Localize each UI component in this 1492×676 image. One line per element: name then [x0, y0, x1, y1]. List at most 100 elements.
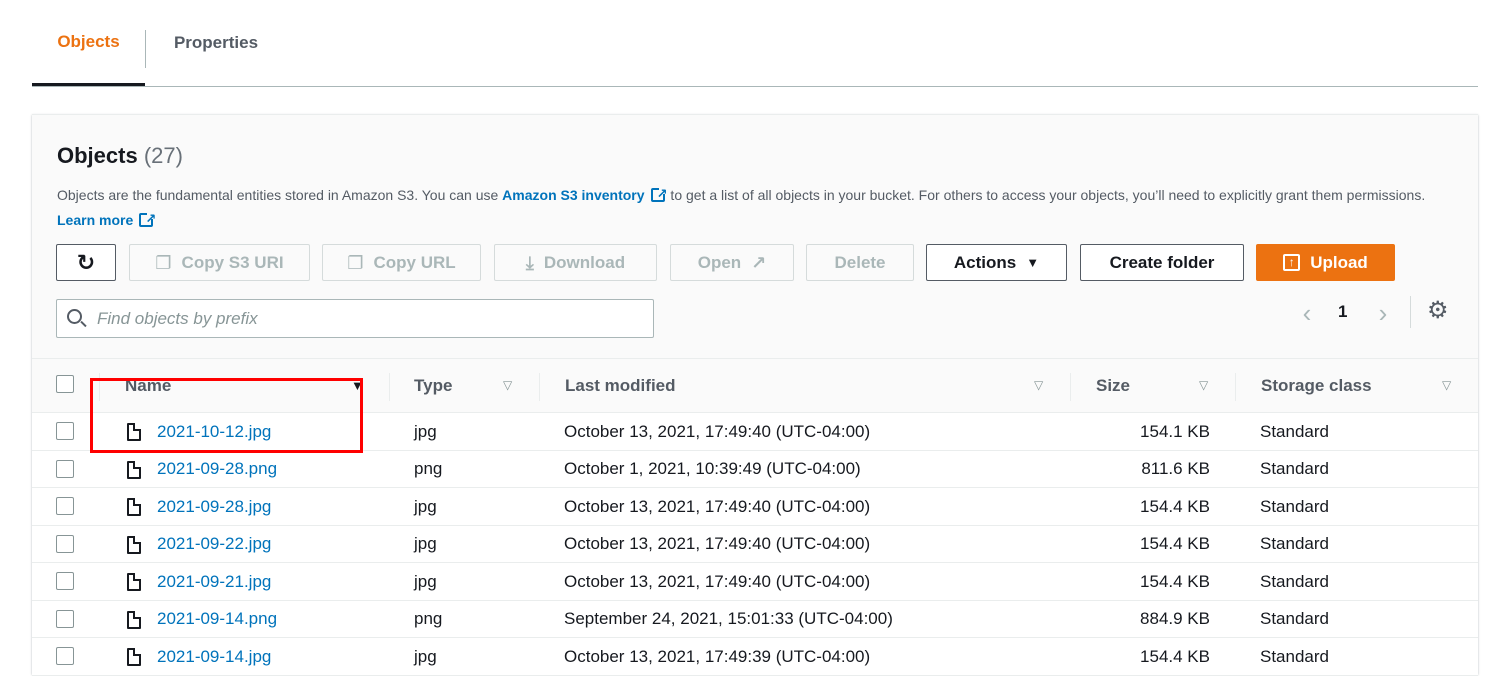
- description-text-1: Objects are the fundamental entities sto…: [57, 187, 503, 203]
- column-header-last-modified[interactable]: Last modified: [565, 359, 676, 413]
- tab-properties[interactable]: Properties: [146, 0, 286, 86]
- object-storage-class: Standard: [1260, 571, 1329, 591]
- sort-icon[interactable]: ▽: [1199, 378, 1208, 392]
- object-size: 154.4 KB: [1140, 646, 1210, 666]
- row-checkbox[interactable]: [56, 647, 74, 665]
- object-name-link[interactable]: 2021-09-22.jpg: [157, 526, 271, 563]
- column-header-size[interactable]: Size: [1096, 359, 1130, 413]
- column-header-name[interactable]: Name: [125, 359, 171, 413]
- learn-more-link[interactable]: Learn more: [57, 212, 133, 228]
- table-row[interactable]: 2021-09-21.jpg jpg October 13, 2021, 17:49…: [32, 563, 1478, 601]
- table-row[interactable]: 2021-09-22.jpg jpg October 13, 2021, 17:49…: [32, 526, 1478, 563]
- table-header: Name ▼ Type ▽ Last modified ▽ Size ▽ Sto…: [32, 359, 1478, 413]
- description-text-2: to get a list of all objects in your buc…: [666, 187, 1426, 203]
- file-icon: [127, 460, 141, 479]
- current-page-number[interactable]: 1: [1338, 302, 1347, 322]
- object-last-modified: October 13, 2021, 17:49:40 (UTC-04:00): [564, 534, 871, 553]
- object-type: jpg: [414, 496, 437, 516]
- sort-icon[interactable]: ▽: [503, 378, 512, 392]
- column-header-type[interactable]: Type: [414, 359, 452, 413]
- copy-s3-uri-label: Copy S3 URI: [181, 252, 284, 272]
- table-row[interactable]: 2021-09-14.png png September 24, 2021, 15:…: [32, 601, 1478, 638]
- object-size: 154.4 KB: [1140, 496, 1210, 516]
- row-checkbox[interactable]: [56, 422, 74, 440]
- object-count: (27): [143, 143, 183, 168]
- row-checkbox[interactable]: [56, 609, 74, 628]
- object-size: 811.6 KB: [1141, 459, 1210, 478]
- object-last-modified: October 1, 2021, 10:39:49 (UTC-04:00): [564, 459, 861, 478]
- tab-bar: Objects Properties: [32, 0, 1478, 87]
- file-icon: [127, 423, 141, 441]
- column-header-storage-class[interactable]: Storage class: [1261, 359, 1372, 413]
- object-name-link[interactable]: 2021-09-14.jpg: [157, 638, 271, 675]
- object-storage-class: Standard: [1260, 496, 1329, 516]
- delete-label: Delete: [834, 252, 886, 272]
- file-icon: [127, 498, 141, 516]
- object-type: jpg: [414, 646, 437, 666]
- table-row[interactable]: 2021-10-12.jpg jpg October 13, 2021, 17:49…: [32, 413, 1478, 451]
- table-row[interactable]: 2021-09-28.png png October 1, 2021, 10:39:…: [32, 451, 1478, 488]
- object-size: 884.9 KB: [1140, 609, 1210, 628]
- external-link-icon: [139, 206, 156, 231]
- object-type: png: [414, 609, 443, 628]
- sort-icon[interactable]: ▽: [1034, 378, 1043, 392]
- object-type: jpg: [414, 534, 437, 553]
- download-label: Download: [543, 252, 626, 272]
- row-checkbox[interactable]: [56, 572, 74, 590]
- objects-table: Name ▼ Type ▽ Last modified ▽ Size ▽ Sto…: [32, 358, 1478, 676]
- refresh-icon: ↻: [76, 249, 96, 275]
- object-storage-class: Standard: [1260, 534, 1329, 553]
- create-folder-button[interactable]: Create folder: [1080, 244, 1244, 281]
- object-last-modified: October 13, 2021, 17:49:40 (UTC-04:00): [564, 496, 871, 516]
- object-type: jpg: [414, 421, 437, 441]
- previous-page-button[interactable]: ‹: [1295, 300, 1319, 326]
- row-checkbox[interactable]: [56, 497, 74, 515]
- panel-title-text: Objects: [57, 143, 138, 168]
- row-checkbox[interactable]: [56, 534, 74, 553]
- object-name-link[interactable]: 2021-09-21.jpg: [157, 563, 271, 600]
- tab-objects[interactable]: Objects: [32, 0, 145, 86]
- object-last-modified: September 24, 2021, 15:01:33 (UTC-04:00): [564, 609, 893, 628]
- file-icon: [127, 535, 141, 554]
- upload-button[interactable]: ↑ Upload: [1256, 244, 1395, 281]
- download-button[interactable]: ⤓ Download: [494, 244, 657, 281]
- object-name-link[interactable]: 2021-09-28.png: [157, 451, 277, 488]
- copy-url-label: Copy URL: [373, 252, 456, 272]
- object-name-link[interactable]: 2021-10-12.jpg: [157, 413, 271, 450]
- object-type: png: [414, 459, 443, 478]
- column-divider: [99, 373, 100, 401]
- upload-label: Upload: [1310, 252, 1368, 272]
- row-checkbox[interactable]: [56, 459, 74, 478]
- select-all-checkbox[interactable]: [56, 375, 74, 393]
- object-storage-class: Standard: [1260, 421, 1329, 441]
- sort-icon[interactable]: ▽: [1442, 378, 1451, 392]
- refresh-button[interactable]: ↻: [56, 244, 116, 281]
- table-row[interactable]: 2021-09-28.jpg jpg October 13, 2021, 17:49…: [32, 488, 1478, 526]
- external-link-icon: ↗: [751, 252, 767, 273]
- object-size: 154.1 KB: [1140, 421, 1210, 441]
- panel-title: Objects (27): [57, 143, 183, 169]
- inventory-link[interactable]: Amazon S3 inventory: [502, 187, 644, 203]
- sort-down-icon[interactable]: ▼: [351, 378, 364, 393]
- open-button[interactable]: Open ↗: [670, 244, 794, 281]
- copy-url-button[interactable]: ❐ Copy URL: [322, 244, 481, 281]
- actions-dropdown[interactable]: Actions ▼: [926, 244, 1067, 281]
- delete-button[interactable]: Delete: [806, 244, 914, 281]
- open-label: Open: [697, 252, 742, 272]
- search-icon: [67, 309, 82, 324]
- next-page-button[interactable]: ›: [1371, 300, 1395, 326]
- table-row[interactable]: 2021-09-14.jpg jpg October 13, 2021, 17:49…: [32, 638, 1478, 676]
- column-divider: [1235, 373, 1236, 401]
- caret-down-icon: ▼: [1026, 255, 1040, 270]
- object-type: jpg: [414, 571, 437, 591]
- object-name-link[interactable]: 2021-09-14.png: [157, 601, 277, 638]
- object-name-link[interactable]: 2021-09-28.jpg: [157, 488, 271, 525]
- gear-icon[interactable]: ⚙: [1427, 299, 1449, 323]
- object-storage-class: Standard: [1260, 646, 1329, 666]
- create-folder-label: Create folder: [1109, 252, 1215, 272]
- copy-s3-uri-button[interactable]: ❐ Copy S3 URI: [129, 244, 310, 281]
- object-size: 154.4 KB: [1140, 534, 1210, 553]
- object-storage-class: Standard: [1260, 609, 1329, 628]
- file-icon: [127, 610, 141, 629]
- search-input[interactable]: [97, 300, 647, 337]
